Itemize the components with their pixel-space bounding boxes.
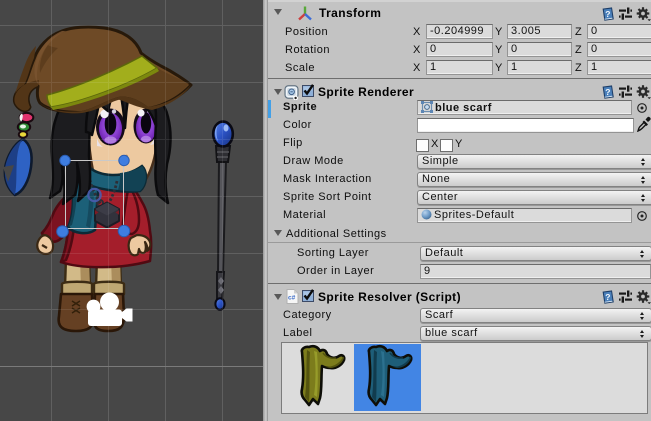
svg-text:c#: c# [288,295,296,302]
svg-text:?: ? [605,292,610,302]
svg-text:?: ? [605,9,610,19]
svg-text:?: ? [605,87,610,97]
